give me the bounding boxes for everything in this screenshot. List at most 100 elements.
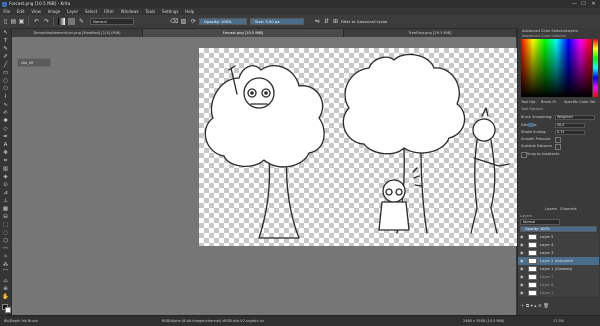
tab-dementia[interactable]: Dementia/dementium.png [Modified] [1/3] …	[12, 29, 143, 37]
polyline-icon[interactable]: ⌇	[2, 94, 9, 101]
scalable-distance-checkbox[interactable]	[555, 144, 561, 150]
tab-forcast[interactable]: Forcast.png [10.5 MiB]	[143, 29, 344, 37]
layer-opacity-slider[interactable]: Opacity: 100%	[520, 226, 597, 232]
eye-icon[interactable]: ◉	[520, 281, 524, 289]
move-layer-down-icon[interactable]: ▾	[531, 304, 533, 309]
freehand-select-icon[interactable]: 〰	[2, 246, 9, 253]
contiguous-select-icon[interactable]: ✧	[2, 254, 9, 261]
menu-layer[interactable]: Layer	[64, 8, 82, 15]
menu-help[interactable]: Help	[182, 8, 198, 15]
duplicate-layer-icon[interactable]: ⧉	[526, 304, 529, 309]
canvas-document[interactable]	[199, 48, 517, 246]
stroke-ending-field[interactable]: 0.15	[555, 129, 585, 135]
ellipse-select-icon[interactable]: ◌	[2, 230, 9, 237]
assistant-icon[interactable]: ⊿	[2, 190, 9, 197]
opacity-slider[interactable]: Opacity: 100%	[199, 18, 247, 25]
move-icon[interactable]: ✥	[2, 150, 9, 157]
maximize-button[interactable]: ☐	[580, 1, 587, 7]
eye-icon[interactable]: ◉	[520, 273, 524, 281]
eye-icon[interactable]: ◉	[520, 265, 524, 273]
undo-icon[interactable]: ↶	[33, 18, 40, 25]
close-button[interactable]: ✕	[590, 1, 597, 7]
eye-icon[interactable]: ◉	[520, 289, 524, 297]
multibrush-icon[interactable]: ✱	[2, 118, 9, 125]
background-color-swatch[interactable]	[5, 307, 11, 313]
zoom-icon[interactable]: ⊕	[2, 286, 9, 293]
menu-view[interactable]: View	[28, 8, 44, 15]
move-layer-up-icon[interactable]: ▴	[534, 304, 536, 309]
transform-icon[interactable]: T	[2, 38, 9, 45]
ellipse-icon[interactable]: ○	[2, 78, 9, 85]
crop-icon[interactable]: ⌗	[2, 158, 9, 165]
menu-filter[interactable]: Filter	[101, 8, 118, 15]
line-icon[interactable]: ╱	[2, 62, 9, 69]
delete-layer-icon[interactable]: 🗑	[543, 304, 549, 309]
polygon-icon[interactable]: ⬠	[2, 86, 9, 93]
distance-field[interactable]: 50.0	[555, 122, 585, 128]
magnetic-select-icon[interactable]: ⌓	[2, 278, 9, 285]
text-icon[interactable]: A	[2, 142, 9, 149]
save-icon[interactable]: ▣	[18, 18, 25, 25]
menu-settings[interactable]: Settings	[159, 8, 182, 15]
menu-image[interactable]: Image	[44, 8, 63, 15]
mirror-h-icon[interactable]: ⇋	[314, 18, 321, 25]
freehand-icon[interactable]: ✐	[2, 54, 9, 61]
eye-icon[interactable]: ◉	[520, 241, 524, 249]
distance-slider[interactable]	[528, 123, 534, 127]
tab-brush-presets[interactable]: Brush Pr.	[541, 100, 557, 104]
tab-layers[interactable]: Layers	[545, 207, 557, 211]
menu-tools[interactable]: Tools	[142, 8, 159, 15]
layer-row[interactable]: ◉ Layer 1	[518, 289, 599, 298]
wrap-icon[interactable]: ⊞	[332, 18, 339, 25]
rect-select-icon[interactable]: ⬚	[2, 222, 9, 229]
dynamic-brush-icon[interactable]: ✍	[2, 110, 9, 117]
alpha-lock-icon[interactable]: ▨	[180, 18, 187, 25]
calligraphy-icon[interactable]: ✒	[2, 134, 9, 141]
layer-properties-icon[interactable]: ≡	[538, 304, 542, 309]
pattern-icon[interactable]	[68, 18, 75, 25]
colorpicker-icon[interactable]: ⊙	[2, 182, 9, 189]
eye-icon[interactable]: ◉	[520, 249, 524, 257]
eye-icon[interactable]: ◉	[520, 257, 524, 265]
open-icon[interactable]: ▤	[10, 18, 17, 25]
gradient-icon[interactable]	[58, 18, 65, 25]
color-hue-strip[interactable]	[593, 39, 598, 97]
reference-icon[interactable]: ▦	[2, 206, 9, 213]
brush-smoothing-select[interactable]: Weighted	[555, 114, 595, 120]
layer-blend-mode-select[interactable]: Normal	[520, 219, 560, 225]
size-slider[interactable]: Size: 3.00 px	[250, 18, 304, 25]
add-layer-icon[interactable]: ＋	[520, 304, 525, 309]
gradient-fill-icon[interactable]: ▥	[2, 166, 9, 173]
brush-icon[interactable]: ✎	[2, 46, 9, 53]
new-file-icon[interactable]: ▯	[2, 18, 9, 25]
menu-edit[interactable]: Edit	[13, 8, 28, 15]
tab-treeflow[interactable]: TreeFlow.png [29.3 MiB]	[344, 29, 517, 37]
brush-preset-icon[interactable]: ✎	[78, 18, 85, 25]
bezier-icon[interactable]: ∿	[2, 102, 9, 109]
tab-tool-options[interactable]: Tool Opt.	[521, 100, 537, 104]
redo-icon[interactable]: ↷	[43, 18, 50, 25]
reload-preset-icon[interactable]: ⟳	[190, 18, 197, 25]
eye-icon[interactable]: ◉	[520, 233, 524, 241]
color-selector-square[interactable]	[521, 39, 592, 97]
measure-icon[interactable]: ⊥	[2, 198, 9, 205]
eraser-icon[interactable]: ⌫	[170, 18, 178, 25]
tab-layers-top[interactable]: Layers	[566, 29, 578, 33]
rect-icon[interactable]: ▭	[2, 70, 9, 77]
bezier-select-icon[interactable]: ⌒	[2, 270, 9, 277]
minimize-button[interactable]: —	[571, 1, 578, 7]
select-icon[interactable]: ↖	[2, 30, 9, 37]
fill-icon[interactable]: ◈	[2, 174, 9, 181]
tab-channels[interactable]: Channels	[560, 207, 577, 211]
menu-select[interactable]: Select	[82, 8, 101, 15]
pan-icon[interactable]: ✋	[2, 294, 9, 301]
shape-edit-icon[interactable]: ◇	[2, 126, 9, 133]
menu-file[interactable]: File	[0, 8, 13, 15]
similar-select-icon[interactable]: ⁂	[2, 262, 9, 269]
mirror-v-icon[interactable]: ⇵	[323, 18, 330, 25]
pattern-tool-icon[interactable]: ⊟	[2, 214, 9, 221]
poly-select-icon[interactable]: ⬡	[2, 238, 9, 245]
tab-advanced-color-selector[interactable]: Advanced Color Selector	[522, 29, 566, 33]
menu-windows[interactable]: Windows	[117, 8, 142, 15]
tab-specific-color-selector[interactable]: Specific Color Sel.	[564, 100, 596, 104]
